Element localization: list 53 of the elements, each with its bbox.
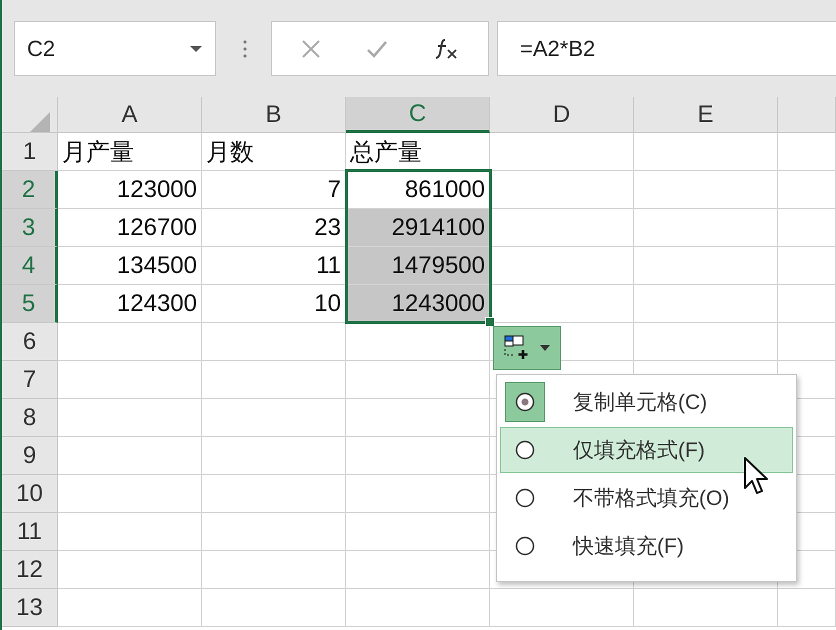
row-header[interactable]: 6	[2, 323, 58, 361]
table-cell: 126700	[58, 209, 202, 247]
row-header[interactable]: 13	[2, 589, 58, 627]
table-cell: 7	[202, 171, 346, 209]
radio-button[interactable]	[515, 392, 535, 412]
radio-button[interactable]	[515, 488, 535, 508]
checkmark-icon[interactable]	[366, 38, 388, 58]
menu-item[interactable]: 复制单元格(C)	[500, 379, 793, 425]
radio-button[interactable]	[515, 536, 535, 556]
more-options-icon[interactable]	[243, 38, 247, 58]
row-header[interactable]: 12	[2, 551, 58, 589]
row-header[interactable]: 1	[2, 133, 58, 171]
row-header[interactable]: 9	[2, 437, 58, 475]
menu-item[interactable]: 仅填充格式(F)	[500, 427, 793, 473]
column-header[interactable]: D	[490, 97, 634, 133]
row-header[interactable]: 10	[2, 475, 58, 513]
table-cell: 1479500	[346, 247, 490, 285]
menu-item[interactable]: 不带格式填充(O)	[500, 475, 793, 521]
dropdown-caret-icon[interactable]	[540, 345, 550, 351]
table-cell: 124300	[58, 285, 202, 323]
formula-text: =A2*B2	[520, 36, 596, 62]
dropdown-caret-icon[interactable]	[189, 44, 203, 52]
table-cell: 134500	[58, 247, 202, 285]
row-header[interactable]: 3	[2, 209, 58, 247]
column-header[interactable]: A	[58, 97, 202, 133]
table-cell: 月产量	[58, 133, 202, 171]
table-cell: 11	[202, 247, 346, 285]
formula-field[interactable]: =A2*B2	[497, 21, 836, 76]
row-header[interactable]: 7	[2, 361, 58, 399]
mouse-pointer-icon	[743, 456, 771, 496]
table-cell: 2914100	[346, 209, 490, 247]
column-header[interactable]: E	[634, 97, 778, 133]
row-header[interactable]: 11	[2, 513, 58, 551]
row-header[interactable]: 2	[2, 171, 58, 209]
paste-options-button[interactable]	[493, 326, 561, 370]
insert-function-icon[interactable]	[433, 36, 460, 60]
table-cell: 23	[202, 209, 346, 247]
fill-options-icon	[504, 335, 530, 361]
name-box[interactable]: C2	[14, 21, 216, 76]
row-header[interactable]: 4	[2, 247, 58, 285]
menu-item[interactable]: 快速填充(F)	[500, 523, 793, 569]
radio-button[interactable]	[515, 440, 535, 460]
row-header[interactable]: 5	[2, 285, 58, 323]
table-cell: 10	[202, 285, 346, 323]
table-cell: 总产量	[346, 133, 490, 171]
table-cell: 1243000	[346, 285, 490, 323]
table-cell: 123000	[58, 171, 202, 209]
column-header[interactable]: B	[202, 97, 346, 133]
cell-reference: C2	[27, 36, 56, 62]
column-header[interactable]: C	[346, 97, 490, 133]
fill-handle[interactable]	[485, 317, 495, 327]
row-header[interactable]: 8	[2, 399, 58, 437]
table-cell: 月数	[202, 133, 346, 171]
